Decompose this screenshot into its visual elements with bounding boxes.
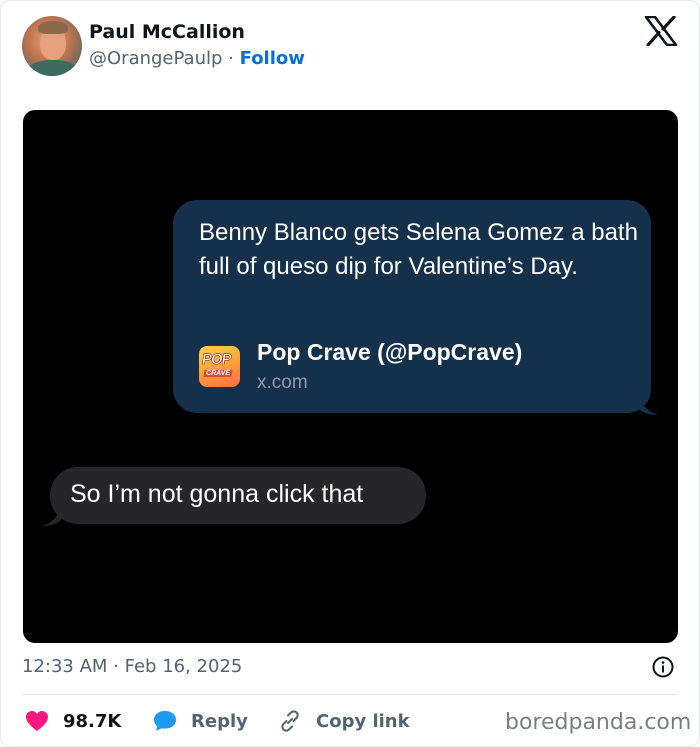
like-count: 98.7K <box>63 710 122 732</box>
heart-icon <box>26 711 48 731</box>
divider <box>22 694 678 695</box>
copy-link-label: Copy link <box>316 710 410 732</box>
reply-label: Reply <box>191 710 248 732</box>
separator-dot: · <box>228 48 234 69</box>
pop-crave-logo-icon: POP CRAVE <box>199 346 240 387</box>
like-button[interactable]: 98.7K <box>25 708 121 734</box>
follow-button[interactable]: Follow <box>240 48 305 69</box>
link-preview-title: Pop Crave (@PopCrave) <box>257 339 523 365</box>
author-handle-row: @OrangePaulp · Follow <box>89 48 305 69</box>
info-icon[interactable] <box>652 656 674 678</box>
link-icon <box>281 710 299 732</box>
incoming-message-text: So I’m not gonna click that <box>70 480 364 508</box>
link-preview-domain: x.com <box>257 372 308 393</box>
x-logo-icon[interactable] <box>644 16 678 46</box>
tweet-timestamp[interactable]: 12:33 AM · Feb 16, 2025 <box>22 656 242 677</box>
reply-button[interactable]: Reply <box>153 708 248 734</box>
author-handle[interactable]: @OrangePaulp <box>89 48 222 69</box>
outgoing-message-text: Benny Blanco gets Selena Gomez a bath fu… <box>199 219 638 280</box>
author-name[interactable]: Paul McCallion <box>89 21 245 43</box>
author-avatar[interactable] <box>22 16 82 76</box>
watermark: boredpanda.com <box>505 710 692 735</box>
copy-link-button[interactable]: Copy link <box>278 708 410 734</box>
reply-bubble-icon <box>154 711 176 731</box>
tweet-media-image[interactable]: Benny Blanco gets Selena Gomez a bath fu… <box>23 110 678 643</box>
